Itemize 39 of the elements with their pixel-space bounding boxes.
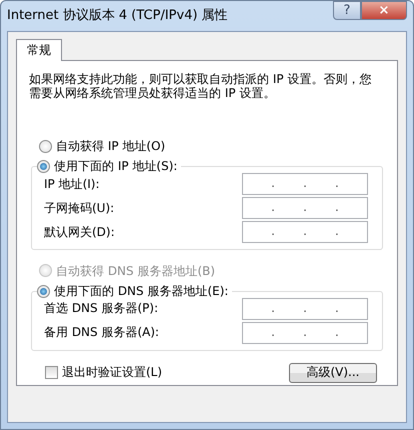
help-button[interactable]: ? xyxy=(333,1,361,20)
field-label: 子网掩码(U): xyxy=(44,200,114,215)
tab[interactable]: 常规 xyxy=(16,39,62,62)
field-label: IP 地址(I): xyxy=(44,176,100,191)
separator-dot: . xyxy=(303,301,307,316)
radio-button[interactable] xyxy=(39,140,52,153)
field-label: 备用 DNS 服务器(A): xyxy=(44,325,160,340)
window-title: Internet 协议版本 4 (TCP/IPv4) 属性 xyxy=(7,8,228,24)
separator-dot: . xyxy=(303,176,307,191)
option-label: 使用下面的 IP 地址(S): xyxy=(54,159,178,174)
option-label: 使用下面的 DNS 服务器地址(E): xyxy=(54,284,228,299)
separator-dot: . xyxy=(271,200,275,215)
advanced-button[interactable]: 高级(V)... xyxy=(289,362,377,383)
option-label: 自动获得 IP 地址(O) xyxy=(56,138,166,154)
checkbox[interactable] xyxy=(45,366,58,380)
ip-address-field[interactable]: . . . xyxy=(242,172,368,195)
separator-dot: . xyxy=(303,200,307,215)
separator-dot: . xyxy=(271,176,275,191)
description-text: 如果网络支持此功能，则可以获取自动指派的 IP 设置。否则，您需要从网络系统管理员处获得适当的 IP 设置。 xyxy=(29,73,372,101)
separator-dot: . xyxy=(271,224,275,239)
separator-dot: . xyxy=(303,224,307,239)
field-label: 首选 DNS 服务器(P): xyxy=(44,301,158,316)
separator-dot: . xyxy=(271,325,275,340)
separator-dot: . xyxy=(335,200,339,215)
separator-dot: . xyxy=(335,224,339,239)
ip-address-field[interactable]: . . . xyxy=(242,322,368,344)
ip-address-field[interactable]: . . . xyxy=(242,298,368,320)
separator-dot: . xyxy=(335,176,339,191)
separator-dot: . xyxy=(303,325,307,340)
ip-address-field[interactable]: . . . xyxy=(242,220,368,243)
disabled-option-label: 自动获得 DNS 服务器地址(B) xyxy=(56,264,216,278)
checkbox-label: 退出时验证设置(L) xyxy=(62,365,162,380)
field-label: 默认网关(D): xyxy=(44,224,115,239)
separator-dot: . xyxy=(335,325,339,340)
separator-dot: . xyxy=(335,301,339,316)
separator-dot: . xyxy=(271,301,275,316)
ip-address-field[interactable]: . . . xyxy=(242,196,368,219)
radio-button[interactable] xyxy=(37,160,50,174)
radio-button[interactable] xyxy=(37,284,50,298)
